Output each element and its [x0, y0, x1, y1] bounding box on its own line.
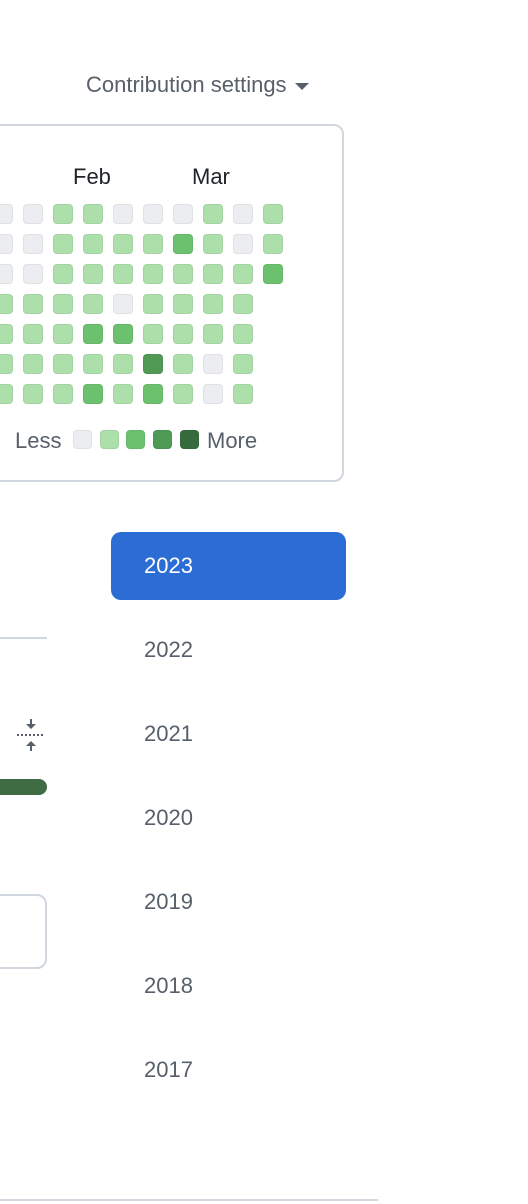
contribution-cell[interactable]	[23, 204, 43, 224]
content-card	[0, 894, 47, 969]
year-link-2023[interactable]: 2023	[111, 532, 346, 600]
contribution-cell[interactable]	[113, 234, 133, 254]
contribution-cell[interactable]	[23, 324, 43, 344]
year-label: 2022	[144, 637, 193, 662]
contribution-cell[interactable]	[233, 354, 253, 374]
contribution-cell[interactable]	[23, 354, 43, 374]
year-list: 2023 2022 2021 2020 2019 2018 2017	[111, 532, 346, 1120]
contribution-cell[interactable]	[53, 234, 73, 254]
year-label: 2021	[144, 721, 193, 746]
contribution-cell[interactable]	[113, 264, 133, 284]
contribution-cell[interactable]	[233, 264, 253, 284]
contribution-cell[interactable]	[0, 264, 13, 284]
contribution-cell[interactable]	[203, 204, 223, 224]
month-label-mar: Mar	[192, 164, 230, 189]
contribution-cell[interactable]	[23, 264, 43, 284]
legend-less-label: Less	[15, 428, 62, 453]
year-link-2017[interactable]: 2017	[111, 1036, 346, 1104]
contribution-cell[interactable]	[173, 264, 193, 284]
year-label: 2018	[144, 973, 193, 998]
contribution-cell[interactable]	[0, 354, 13, 374]
legend-swatch	[126, 430, 145, 449]
contribution-cell[interactable]	[143, 354, 163, 374]
year-link-2022[interactable]: 2022	[111, 616, 346, 684]
contribution-cell[interactable]	[23, 294, 43, 314]
contribution-cell[interactable]	[203, 324, 223, 344]
year-link-2020[interactable]: 2020	[111, 784, 346, 852]
contribution-cell[interactable]	[53, 384, 73, 404]
contribution-cell[interactable]	[173, 324, 193, 344]
caret-down-icon	[294, 83, 309, 90]
contribution-cell[interactable]	[143, 324, 163, 344]
legend-swatch	[180, 430, 199, 449]
legend-swatch	[73, 430, 92, 449]
divider	[0, 637, 47, 639]
contribution-cell[interactable]	[173, 384, 193, 404]
progress-bar	[0, 779, 47, 795]
contribution-cell[interactable]	[53, 294, 73, 314]
contribution-settings-label: Contribution settings	[86, 72, 287, 97]
year-label: 2017	[144, 1057, 193, 1082]
contribution-cell[interactable]	[113, 204, 133, 224]
contribution-cell[interactable]	[83, 384, 103, 404]
contribution-cell[interactable]	[203, 234, 223, 254]
contribution-cell[interactable]	[143, 234, 163, 254]
contribution-cell[interactable]	[83, 294, 103, 314]
contribution-cell[interactable]	[203, 294, 223, 314]
contribution-cell[interactable]	[173, 204, 193, 224]
contribution-cell[interactable]	[113, 294, 133, 314]
contribution-cell[interactable]	[143, 264, 163, 284]
contribution-cell[interactable]	[0, 204, 13, 224]
year-label: 2020	[144, 805, 193, 830]
contribution-cell[interactable]	[233, 324, 253, 344]
contribution-cell[interactable]	[0, 234, 13, 254]
contribution-cell[interactable]	[143, 204, 163, 224]
contribution-cell[interactable]	[113, 354, 133, 374]
contribution-cell[interactable]	[203, 354, 223, 374]
contribution-cell[interactable]	[0, 384, 13, 404]
legend-swatch	[153, 430, 172, 449]
contribution-cell[interactable]	[83, 354, 103, 374]
contribution-cell[interactable]	[23, 384, 43, 404]
year-link-2018[interactable]: 2018	[111, 952, 346, 1020]
divider	[0, 1199, 378, 1201]
legend-more-label: More	[207, 428, 258, 453]
contribution-cell[interactable]	[113, 384, 133, 404]
contribution-cell[interactable]	[173, 294, 193, 314]
year-label: 2019	[144, 889, 193, 914]
legend-swatch	[100, 430, 119, 449]
contribution-cell[interactable]	[53, 354, 73, 374]
contribution-cell[interactable]	[0, 294, 13, 314]
contribution-cell[interactable]	[263, 264, 283, 284]
contribution-cell[interactable]	[233, 384, 253, 404]
contribution-cell[interactable]	[83, 324, 103, 344]
year-label: 2023	[144, 553, 193, 578]
contribution-cell[interactable]	[233, 294, 253, 314]
collapse-icon[interactable]	[16, 718, 46, 752]
contribution-cell[interactable]	[53, 324, 73, 344]
contribution-cell[interactable]	[83, 234, 103, 254]
contribution-cell[interactable]	[173, 234, 193, 254]
contribution-cell[interactable]	[203, 264, 223, 284]
contribution-cell[interactable]	[173, 354, 193, 374]
contribution-cell[interactable]	[143, 384, 163, 404]
contribution-cell[interactable]	[83, 204, 103, 224]
contribution-cell[interactable]	[263, 204, 283, 224]
month-label-feb: Feb	[73, 164, 111, 189]
contribution-settings-button[interactable]: Contribution settings	[86, 72, 309, 98]
year-link-2019[interactable]: 2019	[111, 868, 346, 936]
contribution-cell[interactable]	[53, 264, 73, 284]
contribution-cell[interactable]	[143, 294, 163, 314]
contribution-cell[interactable]	[113, 324, 133, 344]
year-link-2021[interactable]: 2021	[111, 700, 346, 768]
contribution-cell[interactable]	[263, 234, 283, 254]
contribution-cell[interactable]	[233, 234, 253, 254]
contribution-cell[interactable]	[233, 204, 253, 224]
contribution-cell[interactable]	[203, 384, 223, 404]
contribution-cell[interactable]	[83, 264, 103, 284]
contribution-cell[interactable]	[23, 234, 43, 254]
contribution-cell[interactable]	[0, 324, 13, 344]
contribution-cell[interactable]	[53, 204, 73, 224]
